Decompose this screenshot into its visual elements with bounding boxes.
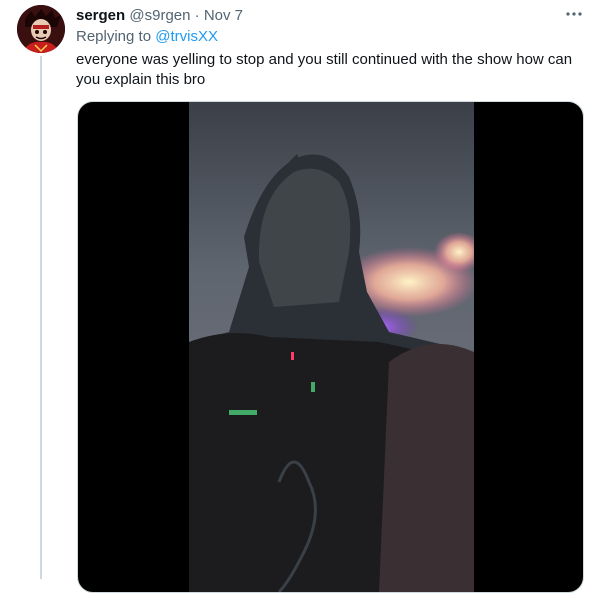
separator-dot: · xyxy=(194,7,200,24)
replying-to-mention[interactable]: @trvisXX xyxy=(155,28,218,45)
tweet-header: sergen @s9rgen · Nov 7 xyxy=(76,6,243,26)
timestamp[interactable]: Nov 7 xyxy=(204,7,243,24)
thread-line xyxy=(40,56,42,579)
more-options-button[interactable] xyxy=(560,4,588,24)
user-handle[interactable]: @s9rgen xyxy=(129,7,190,24)
video-player[interactable] xyxy=(77,101,584,593)
replying-to: Replying to @trvisXX xyxy=(76,27,218,47)
display-name[interactable]: sergen xyxy=(76,7,125,24)
video-frame xyxy=(189,102,474,592)
tweet-text: everyone was yelling to stop and you sti… xyxy=(76,51,573,88)
avatar-image xyxy=(17,5,65,53)
avatar[interactable] xyxy=(17,5,65,53)
tweet[interactable]: sergen @s9rgen · Nov 7 Replying to @trvi… xyxy=(0,0,601,593)
replying-to-label: Replying to xyxy=(76,28,152,45)
more-horizontal-icon xyxy=(566,12,582,16)
